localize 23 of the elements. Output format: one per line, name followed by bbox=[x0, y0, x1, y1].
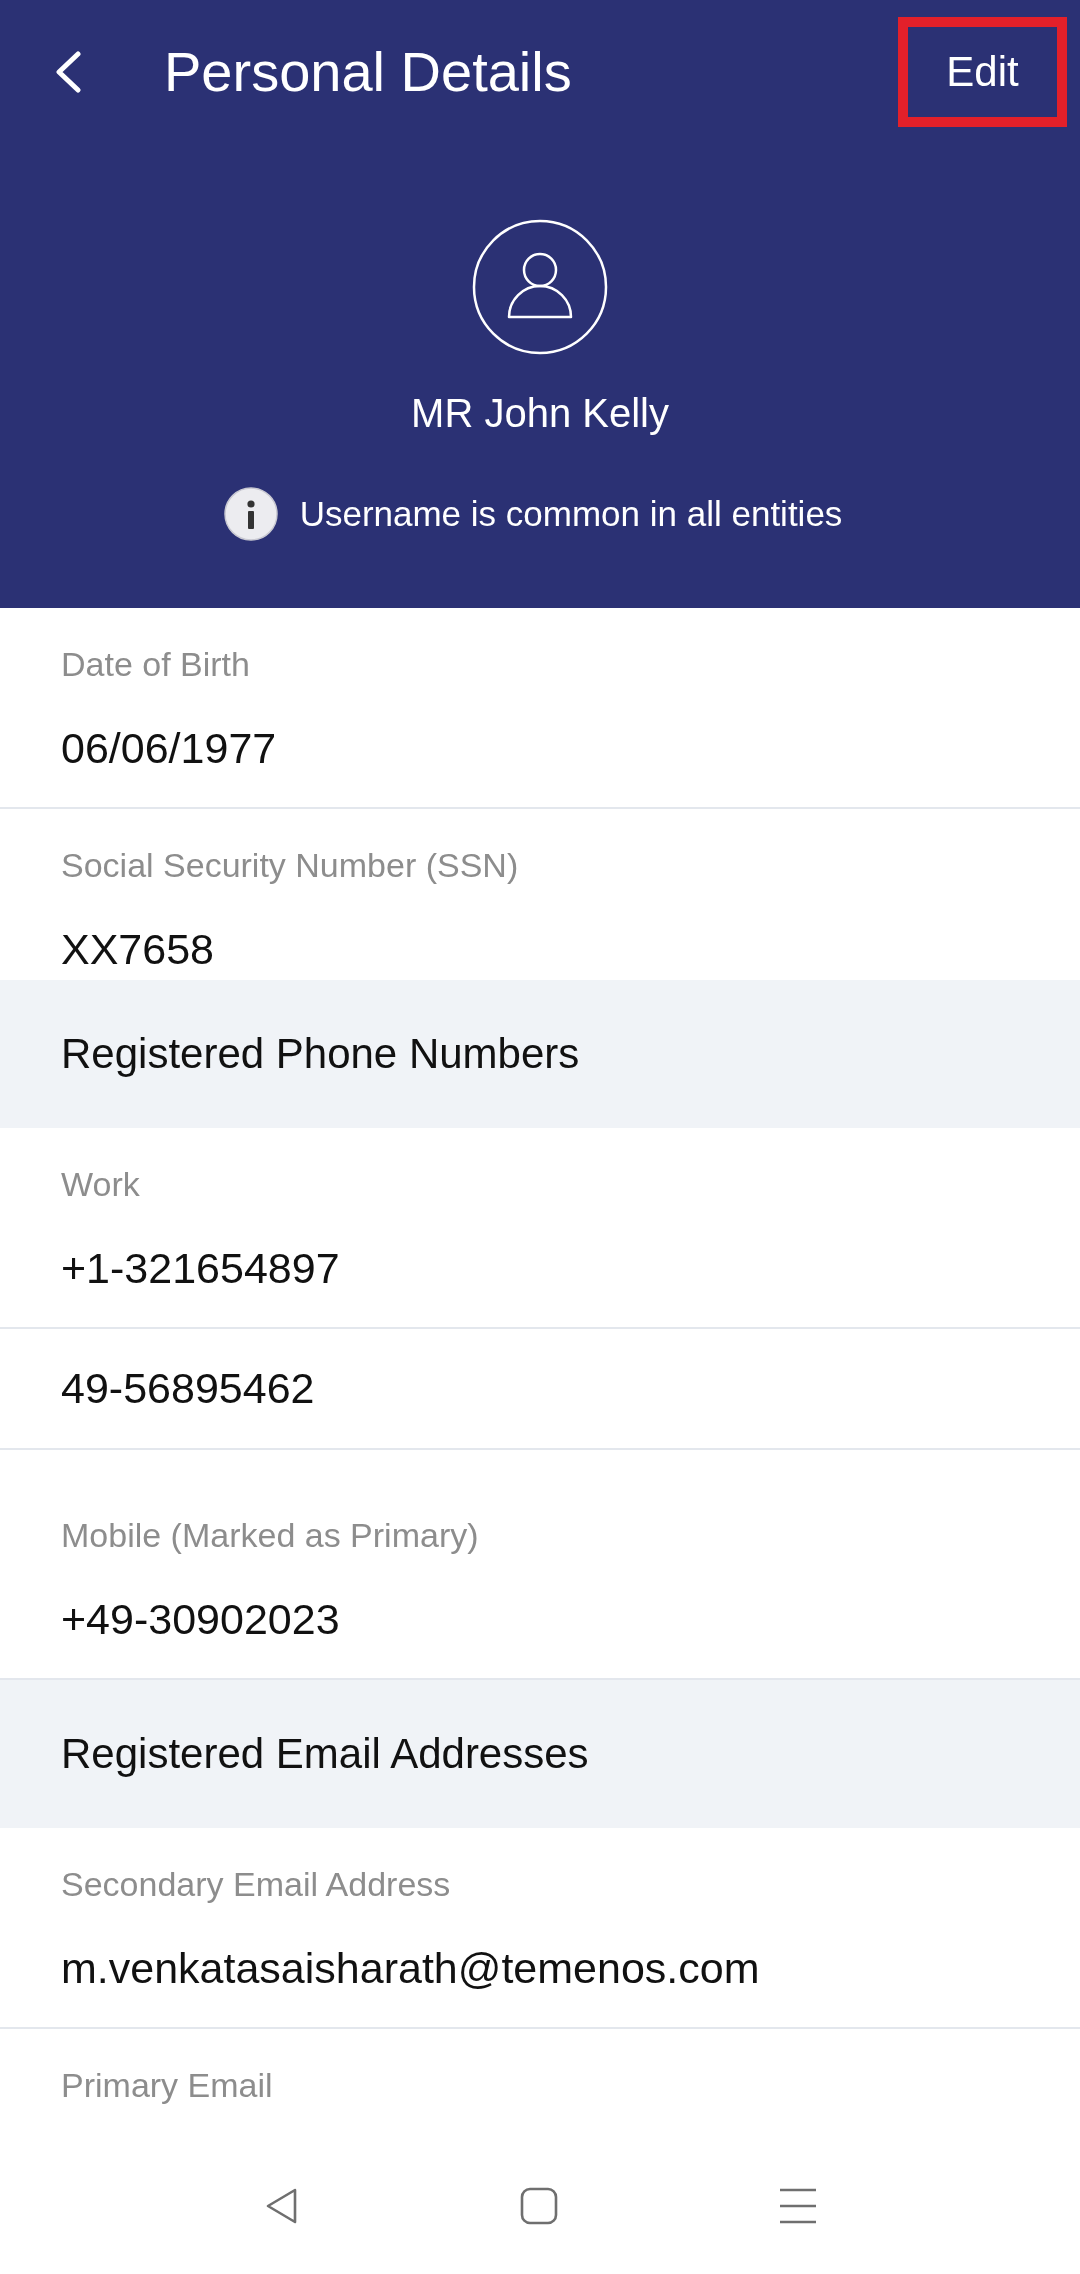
field-value: m.venkatasaisharath@temenos.com bbox=[61, 1943, 760, 1994]
field-value: +1-321654897 bbox=[61, 1243, 340, 1294]
field-value: 49-56895462 bbox=[61, 1363, 315, 1414]
field-label: Secondary Email Address bbox=[61, 1864, 451, 1904]
page-title: Personal Details bbox=[164, 39, 572, 105]
field-value: XX7658 bbox=[61, 924, 215, 975]
menu-icon[interactable] bbox=[779, 2187, 817, 2225]
field-label: Social Security Number (SSN) bbox=[61, 845, 519, 885]
field-label: Date of Birth bbox=[61, 644, 250, 684]
home-square-icon[interactable] bbox=[520, 2187, 558, 2225]
info-icon bbox=[223, 487, 278, 541]
field-value: +49-30902023 bbox=[61, 1594, 340, 1645]
section-header: Registered Email Addresses bbox=[0, 1680, 1080, 1828]
edit-button[interactable]: Edit bbox=[934, 42, 1031, 102]
field-label: Primary Email bbox=[61, 2065, 273, 2105]
info-text: Username is common in all entities bbox=[299, 493, 843, 535]
avatar-icon bbox=[472, 219, 608, 355]
section-header: Registered Phone Numbers bbox=[0, 980, 1080, 1128]
field-label: Work bbox=[61, 1164, 140, 1204]
back-icon[interactable] bbox=[54, 51, 82, 93]
field-label: Mobile (Marked as Primary) bbox=[61, 1515, 479, 1555]
field-value: 06/06/1977 bbox=[61, 723, 277, 774]
profile-name: MR John Kelly bbox=[411, 390, 669, 437]
